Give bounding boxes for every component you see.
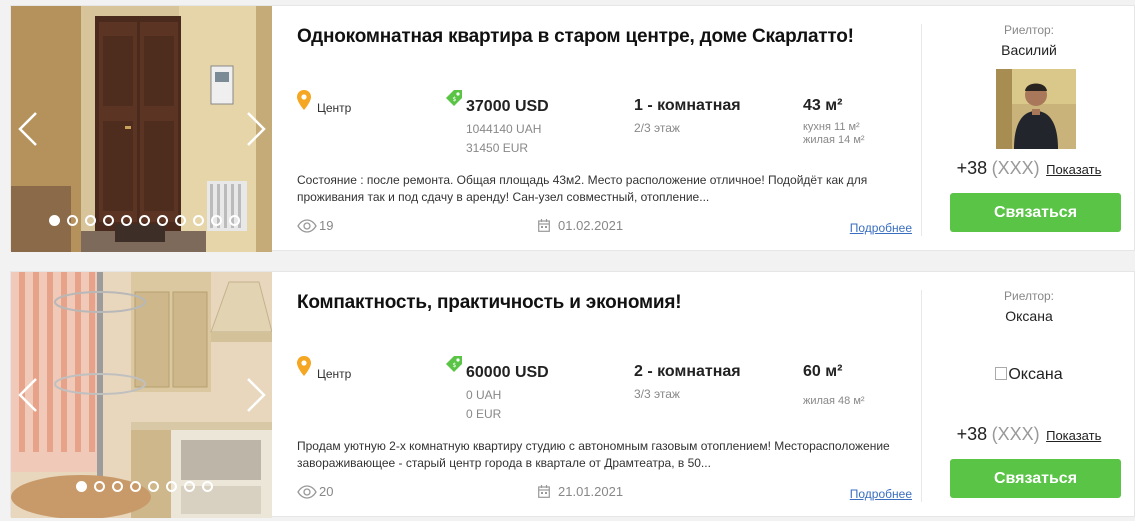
carousel-dot[interactable] <box>192 215 204 226</box>
listing-title[interactable]: Однокомнатная квартира в старом центре, … <box>297 26 854 48</box>
svg-text:$: $ <box>453 96 457 103</box>
floor-info: 2/3 этаж <box>634 121 680 135</box>
agent-panel: Риелтор: Оксана Оксана +38 (XXX) Показат… <box>922 272 1135 518</box>
eye-icon <box>297 485 317 499</box>
map-pin-icon <box>297 90 311 110</box>
listing-rooms: 2 - комнатная 3/3 этаж <box>634 363 741 401</box>
location-label: Центр <box>317 367 352 381</box>
living-area: жилая 48 м² <box>803 395 865 407</box>
carousel-dot[interactable] <box>111 481 123 492</box>
calendar-icon <box>538 485 550 498</box>
agent-role: Риелтор: <box>1003 289 1055 303</box>
chevron-right-icon[interactable] <box>244 377 268 413</box>
show-phone-link[interactable]: Показать <box>1046 428 1101 443</box>
avatar-broken-image[interactable]: Оксана <box>922 366 1135 384</box>
carousel-dot[interactable] <box>48 215 60 226</box>
svg-text:$: $ <box>453 362 457 369</box>
kitchen-area: кухня 11 м² <box>803 121 860 133</box>
avatar[interactable] <box>996 69 1076 149</box>
listing-price: $ 37000 USD 1044140 UAH 31450 EUR <box>445 89 605 159</box>
agent-phone: +38 (XXX) Показать <box>922 158 1135 179</box>
phone-mask: (XXX) <box>991 158 1040 178</box>
contact-button[interactable]: Связаться <box>950 459 1121 498</box>
calendar-icon <box>538 219 550 232</box>
listing-card: Компактность, практичность и экономия! Ц… <box>10 271 1135 518</box>
date-value: 01.02.2021 <box>558 218 624 233</box>
chevron-left-icon[interactable] <box>16 111 40 147</box>
phone-prefix: +38 <box>956 158 988 178</box>
carousel-dots <box>11 481 272 492</box>
carousel-dot[interactable] <box>120 215 132 226</box>
total-area: 60 м² <box>803 363 843 380</box>
date-value: 21.01.2021 <box>558 484 624 499</box>
price-eur: 31450 EUR <box>466 141 529 155</box>
eye-icon <box>297 219 317 233</box>
listing-photo-carousel[interactable] <box>11 272 272 518</box>
listing-area: 60 м² жилая 48 м² <box>803 363 865 408</box>
carousel-dot[interactable] <box>156 215 168 226</box>
floor-info: 3/3 этаж <box>634 387 680 401</box>
listings-list: Однокомнатная квартира в старом центре, … <box>0 0 1135 521</box>
listing-meta: 20 21.01.2021 Подробнее <box>297 484 912 504</box>
price-eur: 0 EUR <box>466 407 502 421</box>
location-label: Центр <box>317 101 352 115</box>
views-count: 20 <box>297 484 333 499</box>
views-count: 19 <box>297 218 333 233</box>
listing-description: Состояние : после ремонта. Общая площадь… <box>297 173 868 204</box>
contact-button[interactable]: Связаться <box>950 193 1121 232</box>
more-link[interactable]: Подробнее <box>850 221 912 235</box>
listing-description: Продам уютную 2-х комнатную квартиру сту… <box>297 439 890 470</box>
listing-card: Однокомнатная квартира в старом центре, … <box>10 5 1135 252</box>
listing-date: 01.02.2021 <box>538 218 623 233</box>
listing-price: $ 60000 USD 0 UAH 0 EUR <box>445 355 605 425</box>
living-area: жилая 14 м² <box>803 134 865 146</box>
carousel-dot[interactable] <box>174 215 186 226</box>
agent-role: Риелтор: <box>1003 23 1055 37</box>
carousel-dot[interactable] <box>138 215 150 226</box>
listing-date: 21.01.2021 <box>538 484 623 499</box>
carousel-dot[interactable] <box>75 481 87 492</box>
listing-area: 43 м² кухня 11 м² жилая 14 м² <box>803 97 865 147</box>
more-link[interactable]: Подробнее <box>850 487 912 501</box>
carousel-dot[interactable] <box>210 215 222 226</box>
price-tag-icon: $ <box>446 90 462 106</box>
agent-name: Оксана <box>1005 308 1053 324</box>
map-pin-icon <box>297 356 311 376</box>
carousel-dot[interactable] <box>201 481 213 492</box>
carousel-dot[interactable] <box>102 215 114 226</box>
price-uah: 1044140 UAH <box>466 122 542 136</box>
chevron-right-icon[interactable] <box>244 111 268 147</box>
agent-panel: Риелтор: Василий +38 (XXX) Показать Связ… <box>922 6 1135 252</box>
carousel-dot[interactable] <box>228 215 240 226</box>
price-tag-icon: $ <box>446 356 462 372</box>
price-usd: 37000 USD <box>466 98 549 115</box>
price-uah: 0 UAH <box>466 388 502 402</box>
avatar-alt-text: Оксана <box>1008 366 1063 383</box>
phone-prefix: +38 <box>956 424 988 444</box>
carousel-dot[interactable] <box>147 481 159 492</box>
broken-image-icon <box>995 367 1008 380</box>
listing-meta: 19 01.02.2021 Подробнее <box>297 218 912 238</box>
listing-rooms: 1 - комнатная 2/3 этаж <box>634 97 741 135</box>
carousel-dot[interactable] <box>183 481 195 492</box>
views-value: 20 <box>319 484 334 499</box>
carousel-dot[interactable] <box>84 215 96 226</box>
rooms-count: 2 - комнатная <box>634 363 741 380</box>
chevron-left-icon[interactable] <box>16 377 40 413</box>
views-value: 19 <box>319 218 334 233</box>
carousel-dot[interactable] <box>66 215 78 226</box>
carousel-dot[interactable] <box>165 481 177 492</box>
phone-mask: (XXX) <box>991 424 1040 444</box>
carousel-dots <box>11 215 272 226</box>
listing-title[interactable]: Компактность, практичность и экономия! <box>297 292 682 314</box>
carousel-dot[interactable] <box>129 481 141 492</box>
show-phone-link[interactable]: Показать <box>1046 162 1101 177</box>
rooms-count: 1 - комнатная <box>634 97 741 114</box>
total-area: 43 м² <box>803 97 843 114</box>
agent-phone: +38 (XXX) Показать <box>922 424 1135 445</box>
listing-photo-carousel[interactable] <box>11 6 272 252</box>
carousel-dot[interactable] <box>93 481 105 492</box>
agent-name: Василий <box>1001 42 1057 58</box>
price-usd: 60000 USD <box>466 364 549 381</box>
